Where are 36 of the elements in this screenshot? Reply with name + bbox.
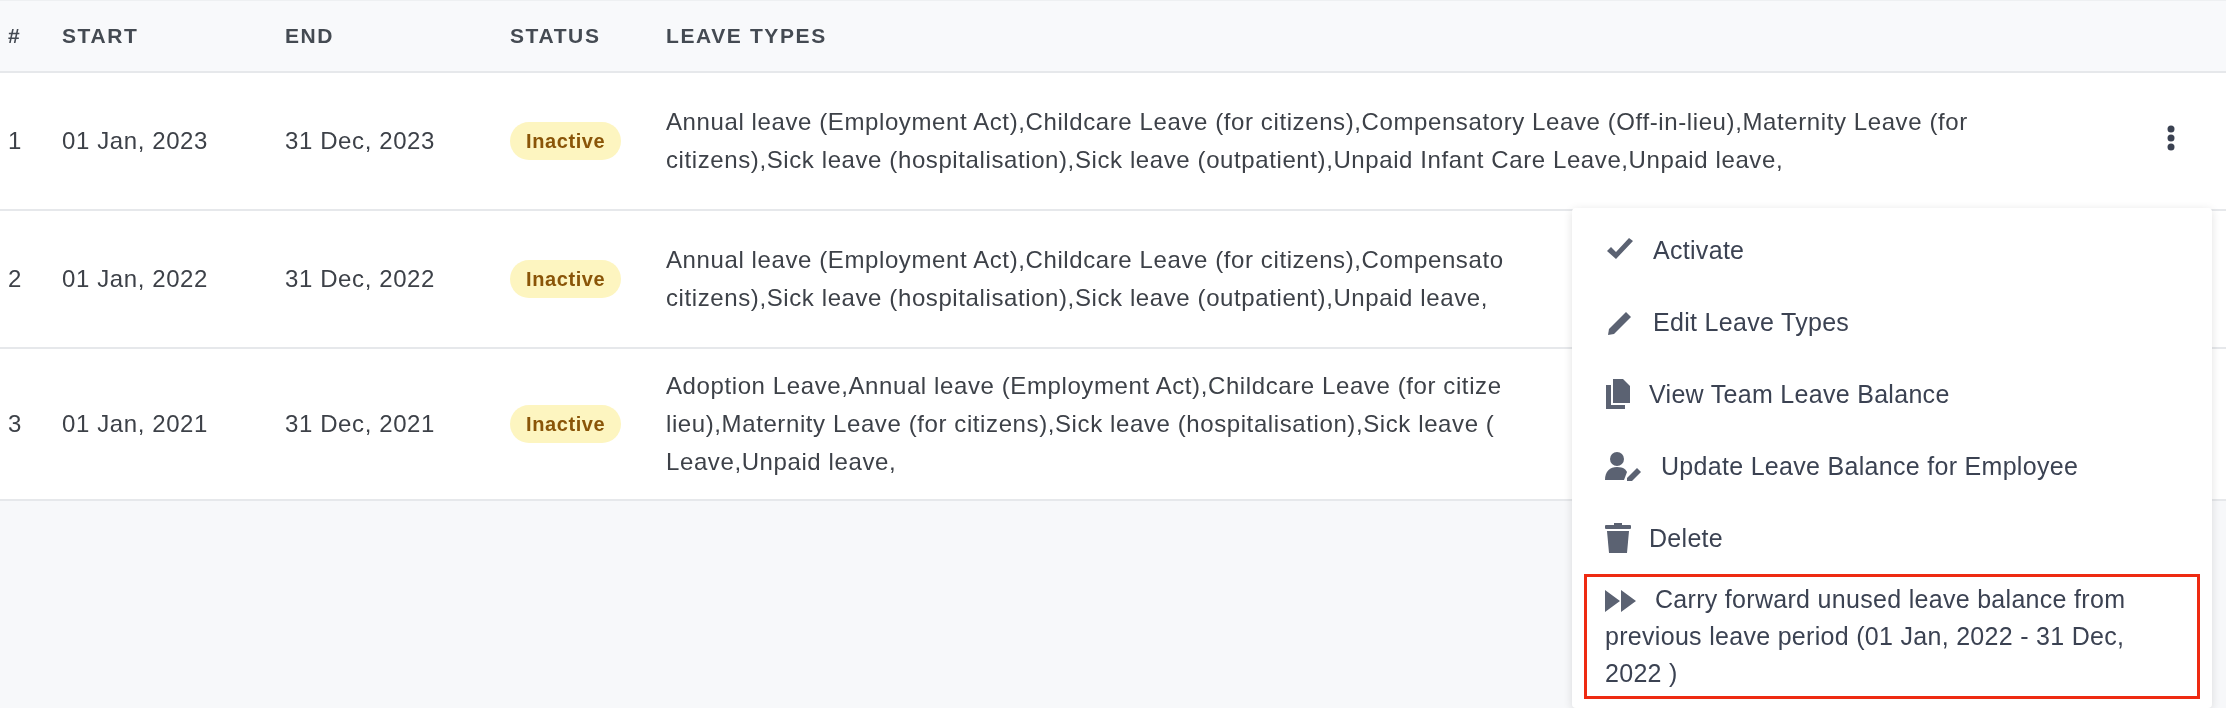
start-date: 01 Jan, 2021 xyxy=(62,409,208,437)
row-number: 3 xyxy=(8,409,22,437)
status-badge: Inactive xyxy=(510,405,622,443)
leave-types-text: Annual leave (Employment Act),Childcare Leave (for citizens),Compensatory Leave (Off-in-lieu),Maternity Leave (for xyxy=(666,106,1968,137)
column-header: END xyxy=(285,24,335,47)
kebab-icon xyxy=(2167,125,2175,151)
leave-types-text: citizens),Sick leave (hospitalisation),Sick leave (outpatient),Unpaid Infant Care Leave,Unpaid leave, xyxy=(666,144,1784,175)
menu-item[interactable]: Update Leave Balance for Employee xyxy=(1584,430,2200,502)
menu-item[interactable]: Edit Leave Types xyxy=(1584,286,2200,358)
start-date: 01 Jan, 2023 xyxy=(62,126,208,154)
column-header: # xyxy=(8,24,22,47)
leave-types-text: Annual leave (Employment Act),Childcare Leave (for citizens),Compensato xyxy=(666,244,1504,275)
start-date: 01 Jan, 2022 xyxy=(62,264,208,292)
menu-item[interactable]: Activate xyxy=(1584,214,2200,286)
end-date: 31 Dec, 2021 xyxy=(285,409,435,437)
column-header: LEAVE TYPES xyxy=(666,24,827,47)
leave-types-text: citizens),Sick leave (hospitalisation),Sick leave (outpatient),Unpaid leave, xyxy=(666,282,1488,313)
trash-icon xyxy=(1605,523,1631,553)
column-header: STATUS xyxy=(510,24,601,47)
row-number: 1 xyxy=(8,126,22,154)
check-icon xyxy=(1605,238,1635,262)
end-date: 31 Dec, 2022 xyxy=(285,264,435,292)
user-pencil-icon xyxy=(1605,451,1643,481)
column-header: START xyxy=(62,24,139,47)
leave-types-text: Adoption Leave,Annual leave (Employment Act),Childcare Leave (for citize xyxy=(666,370,1502,401)
row-number: 2 xyxy=(8,264,22,292)
menu-item[interactable]: View Team Leave Balance xyxy=(1584,358,2200,430)
end-date: 31 Dec, 2023 xyxy=(285,126,435,154)
leave-types-text: lieu),Maternity Leave (for citizens),Sick leave (hospitalisation),Sick leave ( xyxy=(666,408,1495,439)
status-badge: Inactive xyxy=(510,122,622,160)
menu-item[interactable]: Carry forward unused leave balance from previous leave period (01 Jan, 2022 - 31 Dec, 2022 ) xyxy=(1584,574,2200,699)
documents-icon xyxy=(1605,379,1631,409)
fast-forward-icon xyxy=(1605,590,1637,612)
status-badge: Inactive xyxy=(510,260,622,298)
menu-item[interactable]: Delete xyxy=(1584,502,2200,574)
leave-types-text: Leave,Unpaid leave, xyxy=(666,446,897,477)
